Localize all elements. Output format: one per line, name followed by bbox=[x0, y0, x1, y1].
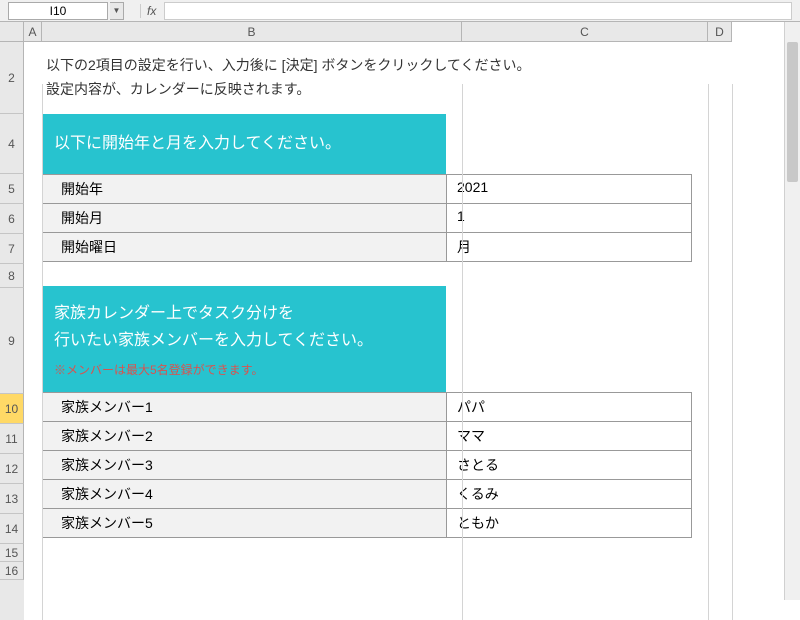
col-header-a[interactable]: A bbox=[24, 22, 42, 42]
section1-header: 以下に開始年と月を入力してください。 bbox=[42, 114, 446, 174]
label-member-3: 家族メンバー3 bbox=[42, 450, 446, 480]
label-member-2: 家族メンバー2 bbox=[42, 421, 446, 451]
member-row-4: 家族メンバー4 くるみ bbox=[42, 479, 800, 509]
row-header-5[interactable]: 5 bbox=[0, 174, 24, 204]
row-header-9[interactable]: 9 bbox=[0, 288, 24, 394]
fx-label[interactable]: fx bbox=[140, 4, 162, 18]
value-member-2[interactable]: ママ bbox=[446, 421, 692, 451]
name-box-dropdown[interactable]: ▼ bbox=[110, 2, 124, 20]
member-row-2: 家族メンバー2 ママ bbox=[42, 421, 800, 451]
row-header-16[interactable]: 16 bbox=[0, 562, 24, 580]
setting-row-start-day: 開始曜日 月 bbox=[42, 232, 800, 262]
value-start-year[interactable]: 2021 bbox=[446, 174, 692, 204]
label-member-4: 家族メンバー4 bbox=[42, 479, 446, 509]
setting-row-start-year: 開始年 2021 bbox=[42, 174, 800, 204]
worksheet[interactable]: 以下の2項目の設定を行い、入力後に [決定] ボタンをクリックしてください。 設… bbox=[24, 42, 800, 620]
value-member-5[interactable]: ともか bbox=[446, 508, 692, 538]
label-start-year: 開始年 bbox=[42, 174, 446, 204]
row-header-8[interactable]: 8 bbox=[0, 264, 24, 288]
formula-input[interactable] bbox=[164, 2, 792, 20]
instruction-line-2: 設定内容が、カレンダーに反映されます。 bbox=[46, 78, 531, 102]
label-start-month: 開始月 bbox=[42, 203, 446, 233]
instructions: 以下の2項目の設定を行い、入力後に [決定] ボタンをクリックしてください。 設… bbox=[24, 54, 553, 102]
label-start-day: 開始曜日 bbox=[42, 232, 446, 262]
value-start-month[interactable]: 1 bbox=[446, 203, 692, 233]
row-header-12[interactable]: 12 bbox=[0, 454, 24, 484]
col-header-c[interactable]: C bbox=[462, 22, 708, 42]
value-member-4[interactable]: くるみ bbox=[446, 479, 692, 509]
member-row-5: 家族メンバー5 ともか bbox=[42, 508, 800, 538]
section2-note: ※メンバーは最大5名登録ができます。 bbox=[54, 360, 434, 380]
row-header-7[interactable]: 7 bbox=[0, 234, 24, 264]
value-start-day[interactable]: 月 bbox=[446, 232, 692, 262]
row-headers: 2 4 5 6 7 8 9 10 11 12 13 14 15 16 bbox=[0, 42, 24, 620]
row-header-10[interactable]: 10 bbox=[0, 394, 24, 424]
label-member-1: 家族メンバー1 bbox=[42, 392, 446, 422]
setting-row-start-month: 開始月 1 bbox=[42, 203, 800, 233]
label-member-5: 家族メンバー5 bbox=[42, 508, 446, 538]
row-header-13[interactable]: 13 bbox=[0, 484, 24, 514]
instruction-line-1: 以下の2項目の設定を行い、入力後に [決定] ボタンをクリックしてください。 bbox=[46, 54, 531, 78]
col-header-b[interactable]: B bbox=[42, 22, 462, 42]
section2-header: 家族カレンダー上でタスク分けを 行いたい家族メンバーを入力してください。 ※メン… bbox=[42, 286, 446, 392]
scrollbar-thumb[interactable] bbox=[787, 42, 798, 182]
row-header-11[interactable]: 11 bbox=[0, 424, 24, 454]
row-header-4[interactable]: 4 bbox=[0, 114, 24, 174]
select-all-corner[interactable] bbox=[0, 22, 24, 42]
value-member-3[interactable]: さとる bbox=[446, 450, 692, 480]
section1-title: 以下に開始年と月を入力してください。 bbox=[54, 130, 341, 157]
formula-bar: I10 ▼ fx bbox=[0, 0, 800, 22]
name-box[interactable]: I10 bbox=[8, 2, 108, 20]
row-header-2[interactable]: 2 bbox=[0, 42, 24, 114]
member-row-1: 家族メンバー1 パパ bbox=[42, 392, 800, 422]
section2-title-l1: 家族カレンダー上でタスク分けを bbox=[54, 300, 434, 327]
row-header-14[interactable]: 14 bbox=[0, 514, 24, 544]
col-header-d[interactable]: D bbox=[708, 22, 732, 42]
row-header-6[interactable]: 6 bbox=[0, 204, 24, 234]
value-member-1[interactable]: パパ bbox=[446, 392, 692, 422]
vertical-scrollbar[interactable] bbox=[784, 22, 800, 600]
member-row-3: 家族メンバー3 さとる bbox=[42, 450, 800, 480]
row-header-15[interactable]: 15 bbox=[0, 544, 24, 562]
section2-title-l2: 行いたい家族メンバーを入力してください。 bbox=[54, 327, 434, 354]
